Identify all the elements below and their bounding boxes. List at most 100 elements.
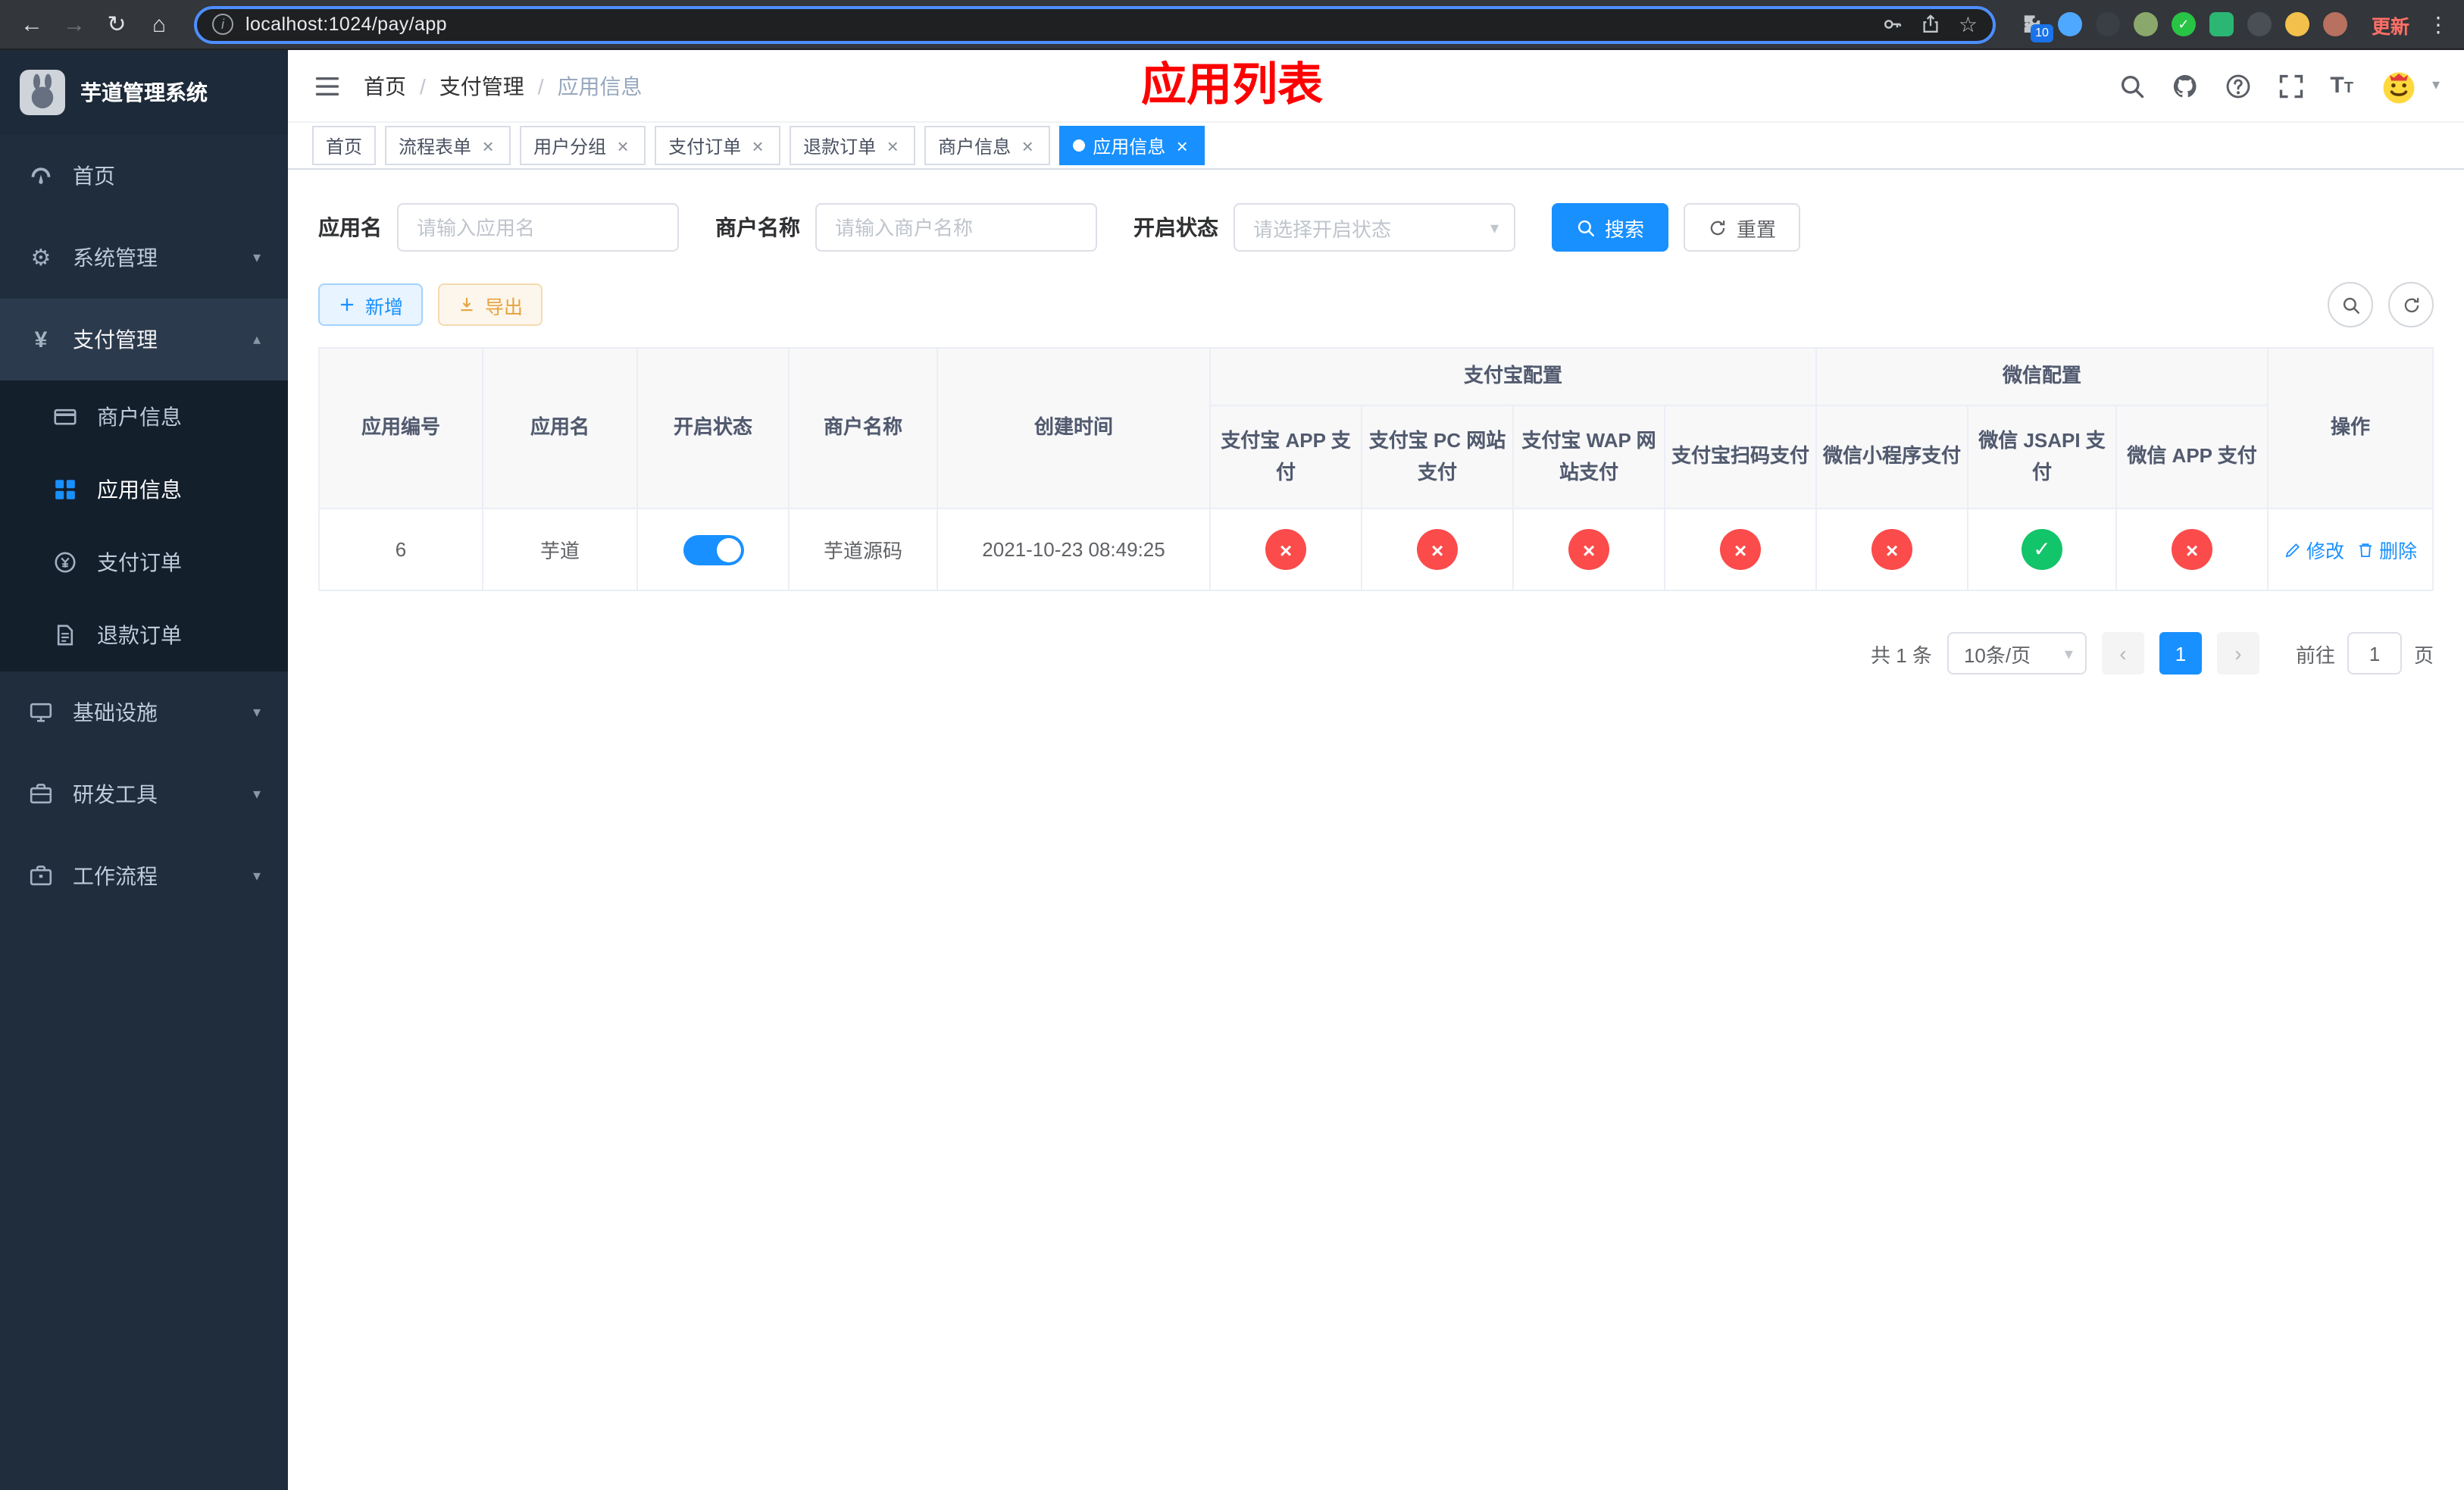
tabs-view: 首页 流程表单 × 用户分组 × 支付订单 × 退款订单 × 商户信息 × 应用信息 ×: [288, 123, 2464, 170]
chrome-update-button[interactable]: 更新: [2359, 4, 2422, 45]
col-header-name: 应用名: [482, 347, 638, 509]
filter-form: 应用名 商户名称 开启状态 请选择开启状态 ▾: [318, 203, 2434, 252]
address-bar[interactable]: i localhost:1024/pay/app ☆: [194, 5, 1996, 43]
col-header-created: 创建时间: [937, 347, 1211, 509]
back-icon: ←: [20, 11, 43, 37]
gear-icon: ⚙: [30, 246, 52, 271]
font-size-icon[interactable]: TT: [2330, 73, 2353, 99]
chevron-down-icon: ▾: [1490, 219, 1499, 237]
status-toggle[interactable]: [683, 534, 743, 565]
goto-label: 前往: [2295, 643, 2335, 666]
total-count: 共 1 条: [1871, 643, 1932, 666]
tab-home[interactable]: 首页: [312, 126, 377, 165]
extension-icon[interactable]: [2247, 12, 2272, 36]
tab-app-info[interactable]: 应用信息 ×: [1059, 126, 1205, 165]
browser-back-button[interactable]: ←: [12, 5, 52, 44]
user-avatar[interactable]: [2379, 66, 2419, 105]
merchant-name-input[interactable]: [815, 203, 1097, 252]
tab-refund-orders[interactable]: 退款订单 ×: [790, 126, 916, 165]
site-info-icon[interactable]: i: [212, 14, 233, 35]
tab-merchant-info[interactable]: 商户信息 ×: [924, 126, 1051, 165]
sidebar-item-infrastructure[interactable]: 基础设施 ▾: [0, 671, 288, 753]
tab-process-form[interactable]: 流程表单 ×: [385, 126, 511, 165]
export-button[interactable]: 导出: [438, 283, 543, 326]
close-icon[interactable]: ×: [883, 136, 902, 155]
refresh-icon: [2401, 295, 2421, 315]
sidebar-item-payment[interactable]: ¥ 支付管理 ▴: [0, 299, 288, 380]
page-title: 应用列表: [1141, 61, 1323, 111]
tab-user-group[interactable]: 用户分组 ×: [520, 126, 646, 165]
avatar-caret-icon[interactable]: ▾: [2432, 77, 2440, 94]
sidebar-item-pay-orders[interactable]: 支付订单: [0, 526, 288, 599]
top-navbar: 首页 / 支付管理 / 应用信息 应用列表 TT ▾: [288, 50, 2464, 123]
extensions-puzzle-icon[interactable]: 10: [2020, 12, 2053, 42]
help-icon[interactable]: [2224, 72, 2251, 99]
sidebar-item-system[interactable]: ⚙ 系统管理 ▾: [0, 217, 288, 299]
close-icon[interactable]: ×: [614, 136, 632, 155]
password-key-icon[interactable]: [1883, 14, 1904, 35]
chevron-down-icon: ▾: [2064, 645, 2073, 663]
goto-page-input[interactable]: [2347, 632, 2402, 675]
search-button[interactable]: 搜索: [1552, 203, 1669, 252]
status-select[interactable]: 请选择开启状态 ▾: [1234, 203, 1515, 252]
payment-submenu: 商户信息 应用信息 支付订单 退款订单: [0, 380, 288, 671]
sidebar-item-app-info[interactable]: 应用信息: [0, 453, 288, 526]
reset-button[interactable]: 重置: [1684, 203, 1801, 252]
profile-avatar[interactable]: [2322, 12, 2347, 36]
col-header-wx-app: 微信 APP 支付: [2115, 405, 2269, 509]
fail-icon: ×: [1417, 529, 1458, 570]
refresh-table-button[interactable]: [2388, 282, 2434, 327]
sidebar-item-refund-orders[interactable]: 退款订单: [0, 599, 288, 671]
current-page-button[interactable]: 1: [2159, 632, 2202, 675]
pagination: 共 1 条 10条/页 ▾ ‹ 1 › 前往 页: [318, 632, 2434, 675]
extension-icon[interactable]: [2284, 12, 2309, 36]
browser-toolbar: ← → ↻ ⌂ i localhost:1024/pay/app ☆ 10 ✓: [0, 0, 2464, 50]
bookmark-star-icon[interactable]: ☆: [1959, 11, 1978, 37]
sidebar-item-home[interactable]: 首页: [0, 135, 288, 217]
prev-page-button[interactable]: ‹: [2101, 632, 2144, 675]
monitor-icon: [27, 699, 55, 726]
breadcrumb-home[interactable]: 首页: [364, 70, 406, 101]
delete-button[interactable]: 删除: [2356, 535, 2417, 564]
extension-icon[interactable]: ✓: [2171, 12, 2196, 36]
sidebar-item-merchant-info[interactable]: 商户信息: [0, 380, 288, 453]
edit-button[interactable]: 修改: [2284, 535, 2344, 564]
close-icon[interactable]: ×: [1173, 136, 1191, 155]
col-header-actions: 操作: [2267, 347, 2434, 509]
breadcrumb-current: 应用信息: [557, 74, 643, 98]
sidebar-item-workflow[interactable]: 工作流程 ▾: [0, 835, 288, 917]
extension-icon[interactable]: [2133, 12, 2158, 36]
sidebar-logo[interactable]: 芋道管理系统: [0, 50, 288, 135]
app-name-input[interactable]: [397, 203, 679, 252]
add-button[interactable]: 新增: [318, 283, 424, 326]
browser-home-button[interactable]: ⌂: [139, 5, 179, 44]
next-page-button[interactable]: ›: [2216, 632, 2259, 675]
download-icon: [458, 296, 476, 314]
merchant-name-label: 商户名称: [715, 215, 800, 239]
browser-menu-icon[interactable]: ⋮: [2425, 11, 2452, 37]
breadcrumb-payment[interactable]: 支付管理: [439, 70, 524, 101]
search-icon[interactable]: [2118, 72, 2145, 99]
success-icon: ✓: [2022, 529, 2063, 570]
sidebar-item-dev-tools[interactable]: 研发工具 ▾: [0, 753, 288, 835]
group-header-alipay: 支付宝配置: [1209, 347, 1818, 406]
toggle-search-button[interactable]: [2328, 282, 2373, 327]
extension-icon[interactable]: [2209, 12, 2234, 36]
close-icon[interactable]: ×: [479, 136, 497, 155]
search-icon: [1576, 218, 1596, 237]
tab-pay-orders[interactable]: 支付订单 ×: [655, 126, 781, 165]
fullscreen-icon[interactable]: [2277, 72, 2304, 99]
share-icon[interactable]: [1921, 14, 1942, 35]
github-icon[interactable]: [2171, 72, 2198, 99]
browser-reload-button[interactable]: ↻: [97, 5, 136, 44]
hamburger-icon[interactable]: [312, 70, 342, 101]
extension-icon[interactable]: [2095, 12, 2120, 36]
url-text[interactable]: localhost:1024/pay/app: [245, 14, 1871, 35]
extension-icon[interactable]: [2057, 12, 2082, 36]
close-icon[interactable]: ×: [1018, 136, 1037, 155]
refresh-icon: [1708, 218, 1728, 237]
page-size-select[interactable]: 10条/页 ▾: [1946, 632, 2087, 675]
close-icon[interactable]: ×: [749, 136, 767, 155]
plus-icon: [338, 296, 356, 314]
browser-forward-button[interactable]: →: [55, 5, 94, 44]
